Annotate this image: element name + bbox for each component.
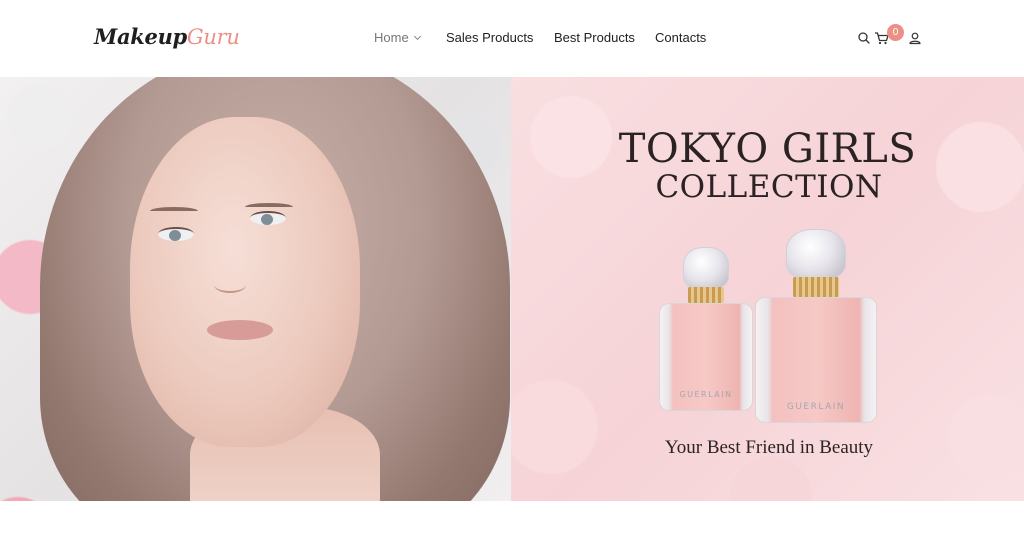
right-eye [250,211,286,225]
site-header: MakeupGuru Home Sales Products Best Prod… [0,0,1024,77]
header-tools: 0 [0,24,1024,52]
perfume-bottle-small: GUERLAIN [657,247,755,415]
perfume-bottle-large: GUERLAIN [753,229,879,425]
model-portrait-image [0,77,511,501]
promo-tagline: Your Best Friend in Beauty [664,437,874,458]
bottle-cap [786,229,846,279]
search-icon[interactable] [855,29,873,47]
bottle-body: GUERLAIN [755,297,877,423]
bottle-brand-label: GUERLAIN [786,402,846,412]
bottle-brand-label: GUERLAIN [679,390,733,399]
hero-banner: TOKYO GIRLS COLLECTION GUERLAIN GUERLAIN… [0,77,1024,501]
user-icon[interactable] [906,29,924,47]
bottle-neck [688,287,724,303]
left-eye [158,227,194,241]
bottle-cap [683,247,729,289]
nose-shape [214,277,246,293]
left-brow [150,207,198,215]
cart-count-badge: 0 [887,24,904,41]
promo-subtitle: COLLECTION [655,169,883,205]
bottle-neck [793,277,839,297]
right-brow [245,203,293,211]
promo-panel[interactable]: TOKYO GIRLS COLLECTION GUERLAIN GUERLAIN… [511,77,1024,501]
bottle-body: GUERLAIN [659,303,753,411]
lips-shape [207,320,273,340]
